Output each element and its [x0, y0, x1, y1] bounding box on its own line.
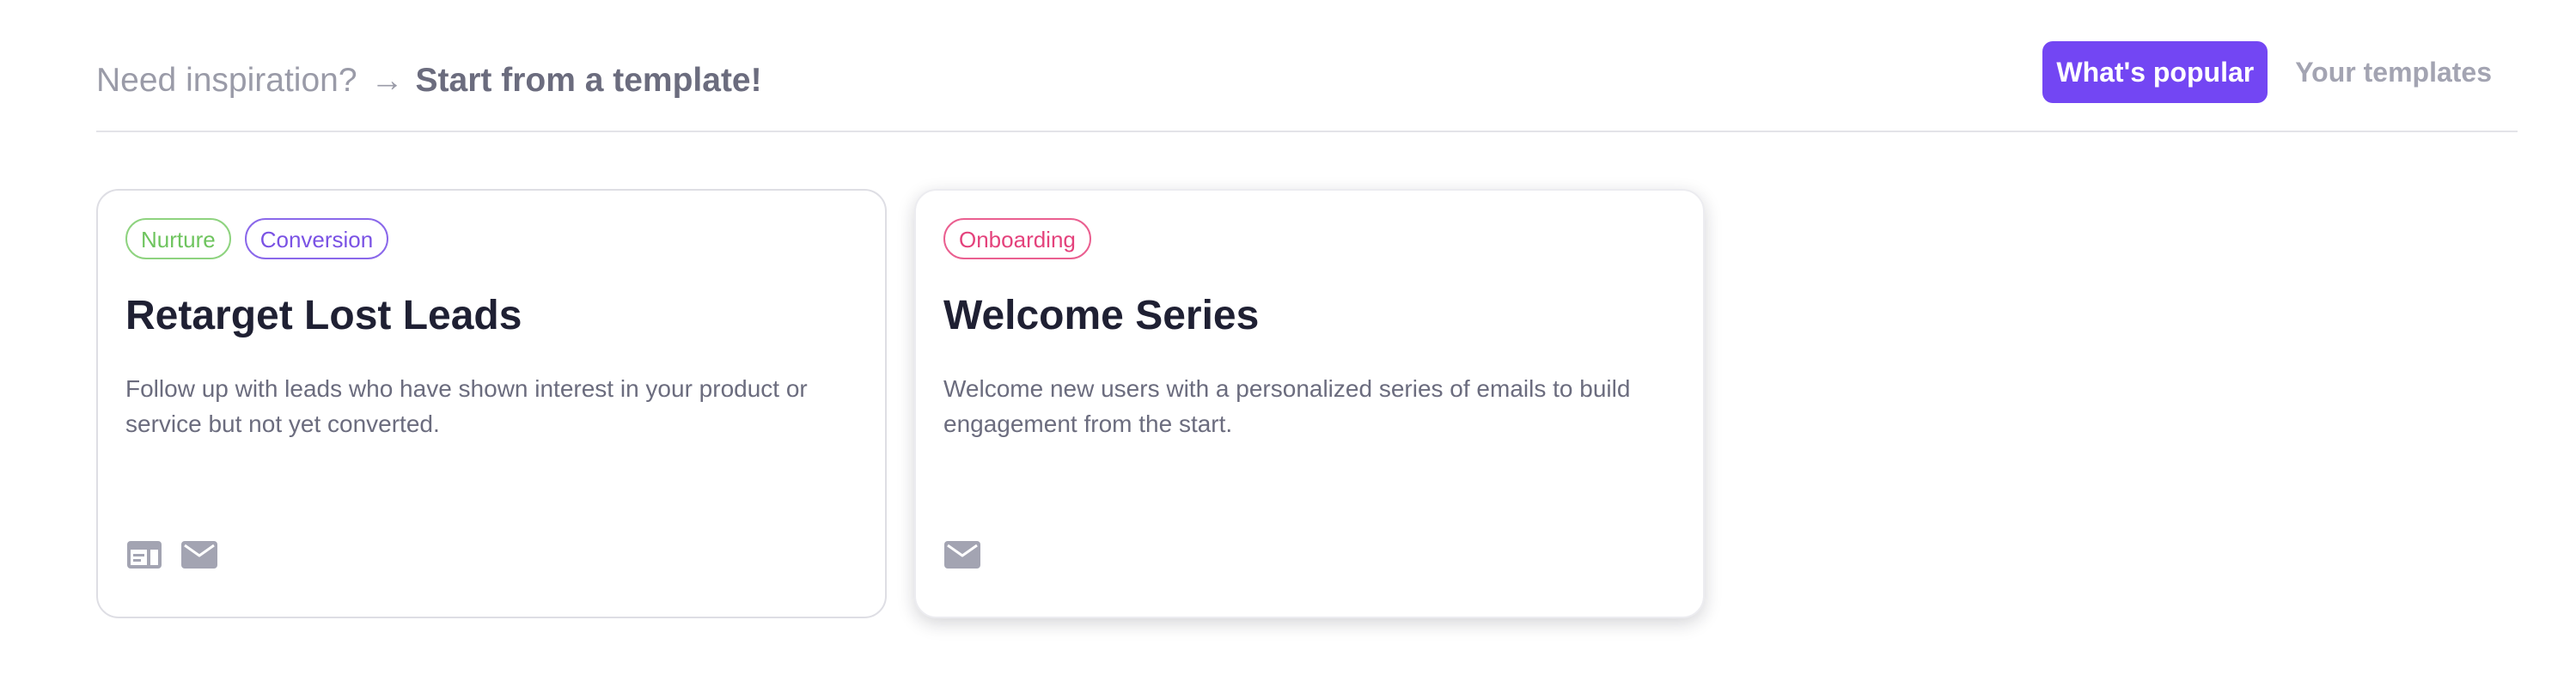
- card-title: Retarget Lost Leads: [125, 293, 522, 338]
- channel-icons: [125, 538, 218, 572]
- headline: Need inspiration? → Start from a templat…: [96, 62, 762, 100]
- card-title: Welcome Series: [943, 293, 1260, 338]
- tag-nurture: Nurture: [125, 218, 231, 259]
- tab-whats-popular[interactable]: What's popular: [2042, 41, 2268, 103]
- tag-list: Onboarding: [943, 218, 1091, 259]
- template-card-retarget-lost-leads[interactable]: Nurture Conversion Retarget Lost Leads F…: [96, 189, 887, 618]
- tag-onboarding: Onboarding: [943, 218, 1091, 259]
- tag-list: Nurture Conversion: [125, 218, 389, 259]
- headline-cta: Start from a template!: [415, 62, 762, 99]
- headline-prefix: Need inspiration?: [96, 62, 357, 99]
- template-card-welcome-series[interactable]: Onboarding Welcome Series Welcome new us…: [914, 189, 1705, 618]
- channel-icons: [943, 538, 981, 572]
- arrow-right-icon: →: [370, 62, 404, 99]
- tab-your-templates[interactable]: Your templates: [2295, 41, 2492, 103]
- template-header: Need inspiration? → Start from a templat…: [96, 41, 2518, 132]
- card-description: Follow up with leads who have shown inte…: [125, 375, 808, 437]
- layout-icon: [125, 538, 163, 572]
- card-description: Welcome new users with a personalized se…: [943, 375, 1631, 437]
- template-tabs: What's popular Your templates: [2042, 41, 2518, 103]
- mail-icon: [180, 538, 218, 572]
- tag-conversion: Conversion: [244, 218, 389, 259]
- mail-icon: [943, 538, 981, 572]
